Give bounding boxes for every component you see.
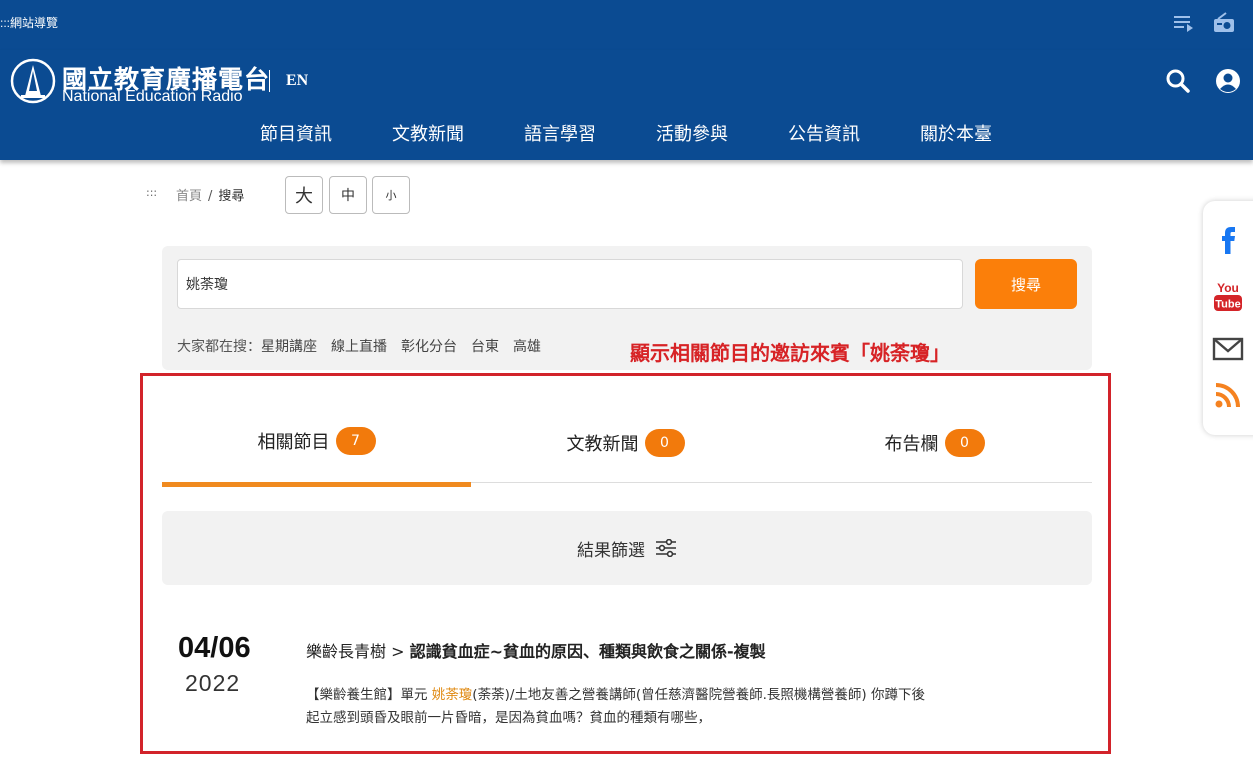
language-switch-en[interactable]: EN (286, 72, 308, 90)
sitemap-link[interactable]: :::網站導覽 (0, 14, 58, 31)
result-title-arrow: > (386, 642, 410, 661)
result-tabs: 相關節目 7 文教新聞 0 布告欄 0 (162, 405, 1092, 487)
top-bar: :::網站導覽 (0, 0, 1253, 50)
nav-activities[interactable]: 活動參與 (626, 120, 758, 146)
tab-bulletin-board[interactable]: 布告欄 0 (780, 405, 1089, 487)
result-date-month-day: 04/06 (178, 632, 251, 664)
popular-keyword[interactable]: 彰化分台 (401, 339, 457, 355)
filter-sliders-icon (656, 539, 676, 557)
font-size-large-button[interactable]: 大 (285, 176, 323, 214)
font-size-medium-button[interactable]: 中 (329, 176, 367, 214)
result-desc-prefix: 【樂齡養生館】單元 (306, 687, 432, 703)
rss-icon[interactable] (1212, 379, 1244, 411)
result-description: 【樂齡養生館】單元 姚荼瓊(荼荼)/土地友善之營養講師(曾任慈濟醫院營養師.長照… (306, 684, 926, 730)
popular-searches: 大家都在搜：星期講座 線上直播 彰化分台 台東 高雄 (177, 336, 541, 356)
svg-text:Tube: Tube (1215, 299, 1240, 311)
filter-label: 結果篩選 (577, 540, 645, 561)
search-button[interactable]: 搜尋 (975, 259, 1077, 309)
search-icon[interactable] (1165, 68, 1191, 94)
result-episode-title: 認識貧血症~貧血的原因、種類與飲食之關係-複製 (409, 642, 766, 661)
playlist-icon[interactable] (1172, 12, 1196, 34)
count-badge: 0 (944, 429, 985, 457)
annotation-callout: 顯示相關節目的邀訪來賓「姚荼瓊」 (630, 341, 950, 365)
breadcrumb-home[interactable]: 首頁 (176, 189, 202, 204)
nav-program-info[interactable]: 節目資訊 (230, 120, 362, 146)
social-share-sidebar: You Tube (1203, 201, 1253, 435)
breadcrumb-anchor[interactable]: ::: (146, 186, 157, 199)
result-date-year: 2022 (185, 670, 241, 696)
logo-divider (269, 70, 270, 92)
result-filter-button[interactable]: 結果篩選 (162, 511, 1092, 585)
breadcrumb-current: 搜尋 (218, 189, 245, 204)
youtube-icon[interactable]: You Tube (1212, 279, 1244, 311)
tab-label: 相關節目 (257, 431, 330, 453)
popular-keyword[interactable]: 線上直播 (331, 339, 387, 355)
main-nav: 節目資訊 文教新聞 語言學習 活動參與 公告資訊 關於本臺 (230, 120, 1022, 146)
search-panel: 搜尋 大家都在搜：星期講座線上直播彰化分台台東高雄 (162, 246, 1092, 370)
font-size-small-button[interactable]: 小 (372, 176, 410, 214)
radio-icon[interactable] (1212, 12, 1236, 34)
result-program-name: 樂齡長青樹 (306, 642, 387, 661)
tab-label: 布告欄 (884, 434, 939, 455)
email-icon[interactable] (1212, 333, 1244, 365)
result-title-link[interactable]: 樂齡長青樹 > 認識貧血症~貧血的原因、種類與飲食之關係-複製 (306, 638, 766, 662)
tab-education-news[interactable]: 文教新聞 0 (471, 405, 780, 487)
main-header: 國立教育廣播電台 National Education Radio EN 節目資… (0, 50, 1253, 160)
popular-keyword[interactable]: 台東 (471, 339, 499, 355)
breadcrumb: 首頁 / 搜尋 (176, 185, 244, 204)
nav-education-news[interactable]: 文教新聞 (362, 120, 494, 146)
svg-text:You: You (1217, 281, 1239, 295)
facebook-icon[interactable] (1212, 223, 1244, 255)
count-badge: 7 (335, 426, 376, 455)
popular-keyword[interactable]: 星期講座 (261, 339, 317, 355)
popular-searches-label: 大家都在搜： (177, 339, 261, 355)
count-badge: 0 (644, 429, 685, 457)
logo-english-name[interactable]: National Education Radio (62, 88, 243, 106)
nav-announcements[interactable]: 公告資訊 (758, 120, 890, 146)
tab-related-programs[interactable]: 相關節目 7 (162, 405, 471, 487)
user-account-icon[interactable] (1215, 68, 1241, 94)
ner-logo-icon[interactable] (10, 58, 56, 104)
search-input[interactable] (177, 259, 963, 309)
breadcrumb-separator: / (208, 189, 213, 204)
nav-language-learning[interactable]: 語言學習 (494, 120, 626, 146)
result-highlight-keyword: 姚荼瓊 (431, 687, 473, 703)
nav-about[interactable]: 關於本臺 (890, 120, 1022, 146)
popular-keyword[interactable]: 高雄 (513, 339, 541, 355)
tab-label: 文教新聞 (566, 434, 639, 455)
